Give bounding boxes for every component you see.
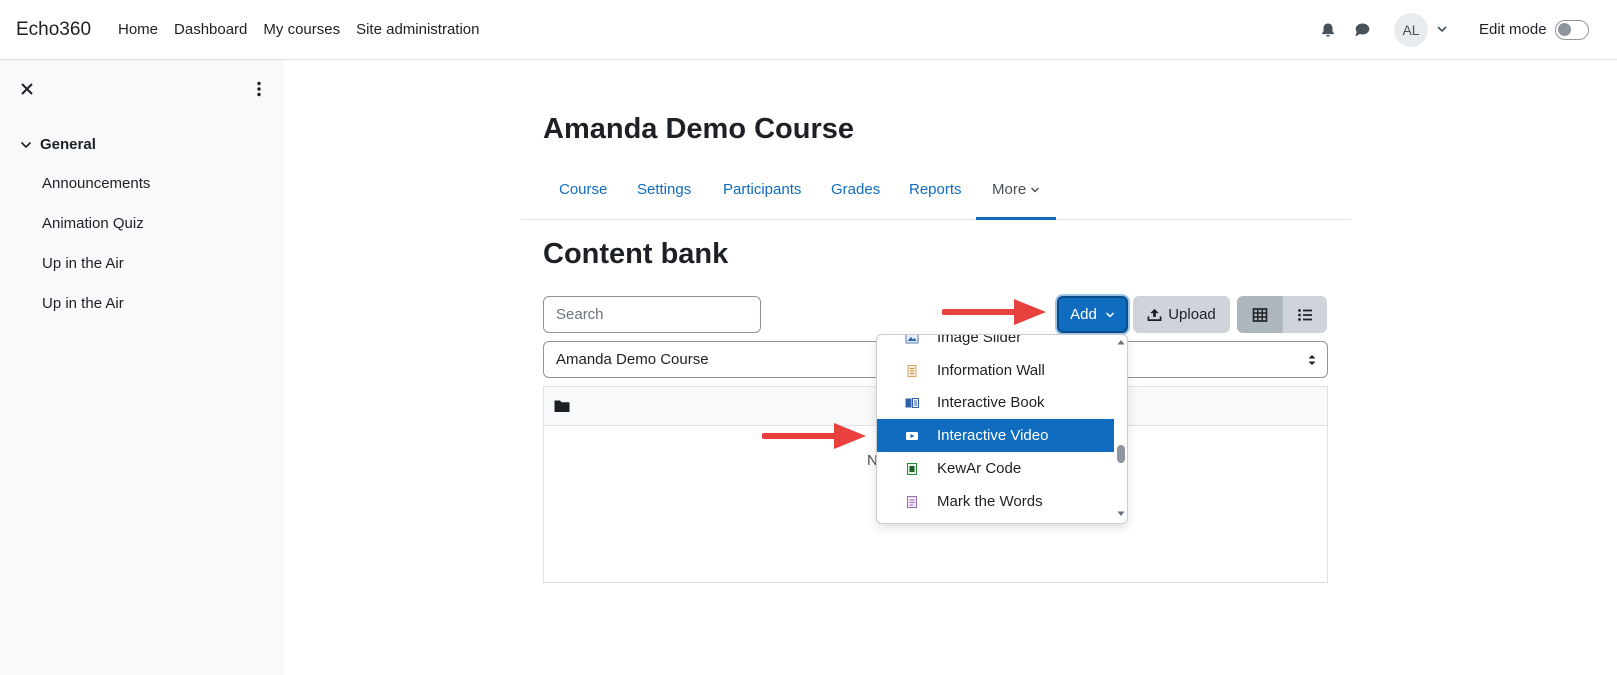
annotation-arrow-icon [762, 423, 866, 449]
drawer-items-list: Announcements Animation Quiz Up in the A… [42, 174, 150, 334]
menu-item-label: Information Wall [937, 362, 1045, 379]
menu-item-interactive-book[interactable]: Interactive Book [877, 386, 1114, 419]
chevron-down-icon [1105, 311, 1114, 318]
nav-dashboard[interactable]: Dashboard [174, 21, 247, 38]
tab-settings[interactable]: Settings [637, 181, 691, 198]
menu-item-image-slider[interactable]: Image Slider [877, 334, 1114, 354]
nav-site-administration[interactable]: Site administration [356, 21, 479, 38]
drawer-section-title: General [40, 136, 96, 153]
course-index-drawer: General Announcements Animation Quiz Up … [0, 60, 284, 675]
top-navbar: Echo360 Home Dashboard My courses Site a… [0, 0, 1617, 60]
list-view-icon [1298, 308, 1312, 321]
drawer-item-up-in-the-air[interactable]: Up in the Air [42, 254, 150, 294]
active-tab-indicator [976, 217, 1056, 220]
tab-more-label: More [992, 181, 1027, 198]
drawer-item-announcements[interactable]: Announcements [42, 174, 150, 214]
scroll-up-arrow-icon[interactable] [1117, 339, 1125, 345]
mark-the-words-icon [907, 495, 917, 508]
scroll-down-arrow-icon[interactable] [1117, 511, 1125, 517]
menu-item-label: Image Slider [937, 334, 1022, 346]
folder-icon [554, 400, 570, 412]
drawer-options-kebab-icon[interactable] [256, 81, 262, 97]
menu-item-label: Interactive Book [937, 394, 1045, 411]
tab-grades[interactable]: Grades [831, 181, 880, 198]
tab-reports[interactable]: Reports [909, 181, 962, 198]
drawer-item-animation-quiz[interactable]: Animation Quiz [42, 214, 150, 254]
tab-participants[interactable]: Participants [723, 181, 801, 198]
menu-item-label: Interactive Video [937, 427, 1049, 444]
drawer-item-up-in-the-air-2[interactable]: Up in the Air [42, 294, 150, 334]
user-menu-chevron-down-icon[interactable] [1436, 22, 1448, 36]
dropdown-scrollbar[interactable] [1115, 335, 1127, 523]
add-button-label: Add [1070, 306, 1097, 323]
scrollbar-thumb[interactable] [1117, 445, 1125, 463]
user-avatar[interactable]: AL [1394, 13, 1428, 47]
course-title: Amanda Demo Course [543, 113, 855, 145]
tab-more[interactable]: More [992, 181, 1040, 198]
select-arrows-icon [1308, 355, 1316, 365]
tab-course[interactable]: Course [559, 181, 607, 198]
menu-item-information-wall[interactable]: Information Wall [877, 354, 1114, 387]
edit-mode-label: Edit mode [1479, 21, 1547, 38]
qr-code-icon [907, 462, 917, 475]
add-button[interactable]: Add [1057, 296, 1128, 333]
close-drawer-icon[interactable] [20, 82, 34, 96]
course-secondary-navigation: Course Settings Participants Grades Repo… [521, 172, 1351, 220]
search-input[interactable] [543, 296, 761, 333]
toggle-knob [1558, 23, 1571, 36]
upload-icon [1147, 308, 1162, 321]
edit-mode-toggle[interactable] [1555, 20, 1589, 40]
nav-my-courses[interactable]: My courses [263, 21, 340, 38]
annotation-arrow-icon [942, 299, 1046, 325]
grid-view-icon [1252, 307, 1267, 322]
chevron-down-icon [1031, 187, 1040, 192]
menu-item-label: Mark the Words [937, 493, 1043, 510]
primary-navigation: Home Dashboard My courses Site administr… [118, 21, 480, 38]
upload-button-label: Upload [1168, 306, 1216, 323]
menu-item-label: KewAr Code [937, 460, 1022, 477]
interactive-book-icon [905, 397, 919, 408]
site-brand[interactable]: Echo360 [16, 19, 91, 41]
messages-icon[interactable] [1354, 22, 1370, 38]
nav-home[interactable]: Home [118, 21, 158, 38]
context-select-value: Amanda Demo Course [556, 351, 709, 368]
information-wall-icon [907, 364, 917, 377]
image-slider-icon [905, 335, 919, 343]
avatar-initials: AL [1402, 22, 1420, 38]
menu-item-interactive-video[interactable]: Interactive Video [877, 419, 1114, 452]
chevron-down-icon [20, 141, 32, 148]
menu-item-mark-the-words[interactable]: Mark the Words [877, 485, 1114, 518]
menu-item-kewar-code[interactable]: KewAr Code [877, 452, 1114, 485]
list-view-button[interactable] [1282, 296, 1327, 333]
drawer-section-general[interactable]: General [20, 136, 96, 153]
interactive-video-icon [906, 431, 918, 440]
notification-bell-icon[interactable] [1320, 22, 1336, 38]
content-bank-title: Content bank [543, 238, 729, 270]
add-content-dropdown: Image Slider Information Wall Interactiv… [876, 334, 1128, 524]
upload-button[interactable]: Upload [1133, 296, 1230, 333]
grid-view-button[interactable] [1237, 296, 1282, 333]
